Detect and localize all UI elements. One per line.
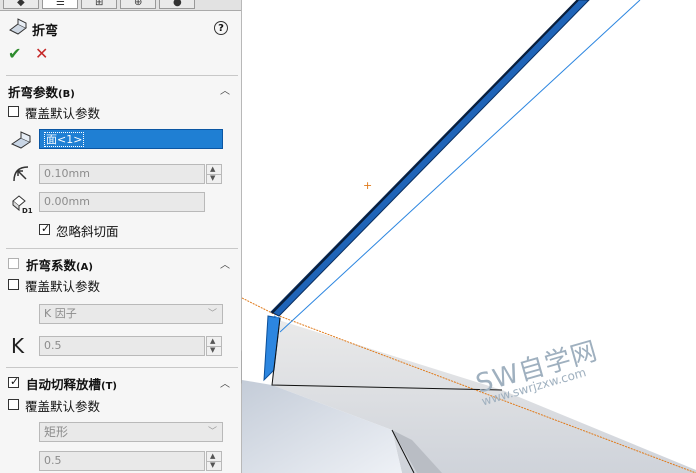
- ok-button[interactable]: ✔: [8, 44, 21, 63]
- section-bend-allowance-title[interactable]: 折弯系数(A): [26, 255, 93, 274]
- help-icon[interactable]: ?: [214, 21, 228, 35]
- override-default-label: 覆盖默认参数: [25, 279, 101, 294]
- model-graphics[interactable]: [242, 0, 696, 473]
- depth-icon: D1: [12, 195, 33, 215]
- cancel-button[interactable]: ✕: [35, 44, 48, 63]
- override-default-label: 覆盖默认参数: [25, 399, 101, 414]
- tab-dimxpert-manager[interactable]: ⊕: [120, 0, 156, 9]
- section-bend-parameters-title[interactable]: 折弯参数(B): [8, 82, 75, 101]
- spin-down-icon[interactable]: ▼: [210, 174, 215, 182]
- dimxpert-icon: ⊕: [134, 0, 143, 8]
- page-title: 折弯: [32, 24, 59, 39]
- spin-up-icon[interactable]: ▲: [210, 165, 215, 173]
- collapse-chevron-icon[interactable]: ︿: [220, 82, 230, 97]
- check-mark-icon: ✓: [10, 375, 20, 388]
- highlighted-bend-face[interactable]: [270, 0, 590, 317]
- depth-icon-label: D1: [22, 207, 33, 215]
- override-default-checkbox-relief[interactable]: [8, 399, 19, 410]
- collapse-chevron-icon[interactable]: ︿: [220, 256, 230, 271]
- property-manager-panel: ◆ ☰ ⊞ ⊕ ● 折弯 ? ✔ ✕ 折弯参数(B) ︿ 覆盖默认参数 面<1>…: [0, 0, 242, 473]
- spin-up-icon[interactable]: ▲: [210, 452, 215, 460]
- bend-radius-input[interactable]: 0.10mm: [39, 164, 205, 184]
- relief-ratio-spinner[interactable]: ▲ ▼: [206, 451, 222, 471]
- tab-property-manager[interactable]: ☰: [42, 0, 78, 9]
- k-factor-icon: K: [11, 334, 25, 358]
- override-default-label: 覆盖默认参数: [25, 106, 101, 121]
- spin-down-icon[interactable]: ▼: [210, 346, 215, 354]
- spin-down-icon[interactable]: ▼: [210, 461, 215, 469]
- sheet-metal-bend-icon: [9, 18, 27, 35]
- bend-edge-dark: [271, 0, 579, 314]
- override-default-checkbox-bend[interactable]: [8, 106, 19, 117]
- divider: [6, 367, 238, 368]
- k-factor-input[interactable]: 0.5: [39, 336, 205, 356]
- dropdown-arrow-icon: ﹀: [207, 427, 217, 437]
- tab-configuration-manager[interactable]: ⊞: [81, 0, 117, 9]
- tab-feature-manager[interactable]: ◆: [3, 0, 39, 9]
- origin-marker-icon: +: [363, 179, 373, 192]
- property-list-icon: ☰: [56, 0, 65, 8]
- relief-type-select[interactable]: 矩形 ﹀: [39, 422, 223, 442]
- relief-ratio-input[interactable]: 0.5: [39, 451, 205, 471]
- bend-allowance-type-select[interactable]: K 因子 ﹀: [39, 304, 223, 324]
- auto-relief-enable-checkbox[interactable]: ✓: [8, 375, 20, 388]
- dropdown-arrow-icon: ﹀: [207, 309, 217, 319]
- collapse-chevron-icon[interactable]: ︿: [220, 375, 230, 390]
- bend-preview-line: [279, 0, 641, 333]
- face-selection-icon: [10, 131, 32, 149]
- ignore-bevel-label: 忽略斜切面: [56, 224, 119, 239]
- tab-display-manager[interactable]: ●: [159, 0, 195, 9]
- bend-radius-spinner[interactable]: ▲ ▼: [206, 164, 222, 184]
- graphics-viewport[interactable]: + SW自学网 www.swrjzxw.com: [242, 0, 696, 473]
- k-factor-spinner[interactable]: ▲ ▼: [206, 336, 222, 356]
- bend-radius-icon: [13, 166, 29, 182]
- override-default-checkbox-allowance[interactable]: [8, 279, 19, 290]
- display-icon: ●: [173, 0, 182, 8]
- divider: [6, 75, 238, 76]
- check-mark-icon: ✓: [41, 222, 51, 235]
- depth-input[interactable]: 0.00mm: [39, 192, 205, 212]
- ignore-bevel-checkbox[interactable]: ✓: [39, 222, 51, 235]
- divider: [6, 248, 238, 249]
- bend-face-selection-box[interactable]: 面<1>: [39, 129, 223, 149]
- spin-up-icon[interactable]: ▲: [210, 337, 215, 345]
- section-auto-relief-title[interactable]: 自动切释放槽(T): [26, 374, 117, 393]
- configuration-icon: ⊞: [95, 0, 104, 8]
- bend-allowance-enable-checkbox[interactable]: [8, 258, 19, 269]
- panel-tab-bar: ◆ ☰ ⊞ ⊕ ●: [0, 0, 241, 11]
- feature-tree-icon: ◆: [17, 0, 25, 8]
